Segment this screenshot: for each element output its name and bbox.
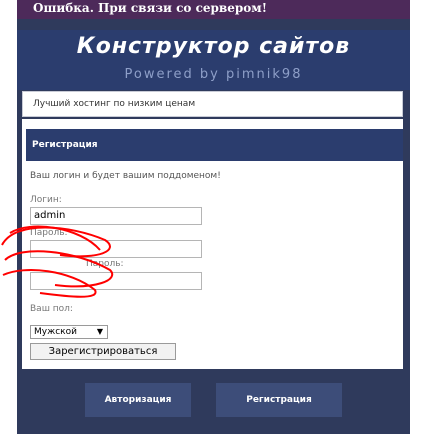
- red-scribble: [1, 225, 113, 298]
- site-header: Конструктор сайтов Powered by pimnik98: [17, 30, 410, 90]
- login-nav-button[interactable]: Авторизация: [85, 383, 191, 417]
- sex-label: Ваш пол:: [30, 304, 73, 314]
- registration-title: Регистрация: [26, 129, 403, 161]
- site-logo: Конструктор сайтов: [76, 34, 351, 59]
- scribble-stroke-2: [4, 250, 113, 288]
- chevron-down-icon: ▼: [96, 327, 103, 336]
- scribble-stroke-3: [2, 269, 97, 298]
- tagline: Лучший хостинг по низким ценам: [22, 91, 403, 117]
- sex-select[interactable]: Мужской ▼: [30, 325, 108, 339]
- powered-by: Powered by pimnik98: [124, 67, 303, 82]
- register-button[interactable]: Зарегистрироваться: [30, 343, 176, 360]
- registration-hint: Ваш логин и будет вашим поддоменом!: [30, 171, 221, 181]
- login-label: Логин:: [30, 195, 62, 205]
- sex-select-value: Мужской: [34, 327, 77, 337]
- error-banner: Ошибка. При связи со сервером!: [17, 0, 410, 19]
- register-nav-button[interactable]: Регистрация: [216, 383, 342, 417]
